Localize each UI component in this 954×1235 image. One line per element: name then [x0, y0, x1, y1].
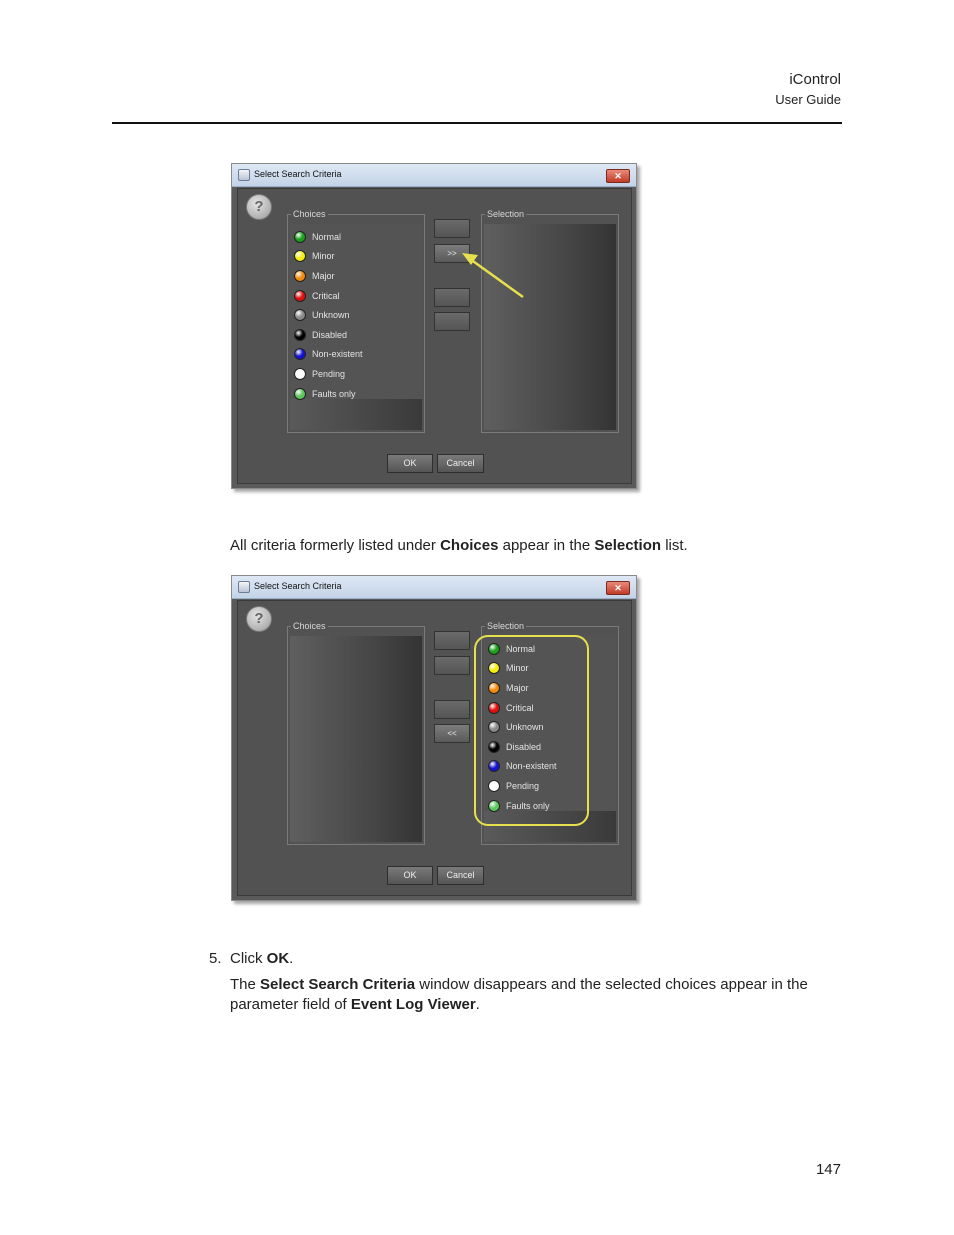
- app-icon: [238, 169, 250, 181]
- selection-highlight: [474, 635, 589, 826]
- close-button[interactable]: ✕: [606, 581, 630, 595]
- dialog-body: ? Choices > >> < << Selection NormalMino…: [237, 600, 632, 896]
- dialog-titlebar: Select Search Criteria ✕: [232, 164, 636, 187]
- callout-arrow: [462, 253, 524, 299]
- step-5: 5. Click OK.: [209, 950, 294, 967]
- ok-button[interactable]: OK: [387, 866, 433, 885]
- header-product: iControl: [789, 71, 841, 88]
- choices-list[interactable]: [290, 636, 422, 842]
- dialog-title: Select Search Criteria: [254, 581, 342, 591]
- app-icon: [238, 581, 250, 593]
- help-icon[interactable]: ?: [246, 606, 272, 632]
- move-one-left-button[interactable]: <: [434, 700, 470, 719]
- dialog-screenshot-before: Select Search Criteria ✕ ? Choices Norma…: [231, 163, 637, 489]
- cancel-button[interactable]: Cancel: [437, 866, 484, 885]
- move-all-right-button[interactable]: >>: [434, 656, 470, 675]
- choices-label: Choices: [291, 621, 328, 631]
- result-paragraph: The Select Search Criteria window disapp…: [230, 976, 808, 1013]
- move-one-right-button[interactable]: >: [434, 631, 470, 650]
- move-all-left-button[interactable]: <<: [434, 724, 470, 743]
- header-rule: [112, 122, 842, 124]
- caption-text: All criteria formerly listed under Choic…: [230, 537, 688, 554]
- header-subtitle: User Guide: [775, 92, 841, 107]
- selection-label: Selection: [485, 621, 527, 631]
- dialog-screenshot-after: Select Search Criteria ✕ ? Choices > >> …: [231, 575, 637, 901]
- dialog-body: ? Choices Normal Minor Major Critical Unknow…: [237, 188, 632, 484]
- choices-panel: Choices: [287, 621, 425, 845]
- close-button[interactable]: ✕: [606, 169, 630, 183]
- dialog-title: Select Search Criteria: [254, 169, 342, 179]
- page-number: 147: [815, 1161, 841, 1178]
- dialog-titlebar: Select Search Criteria ✕: [232, 576, 636, 599]
